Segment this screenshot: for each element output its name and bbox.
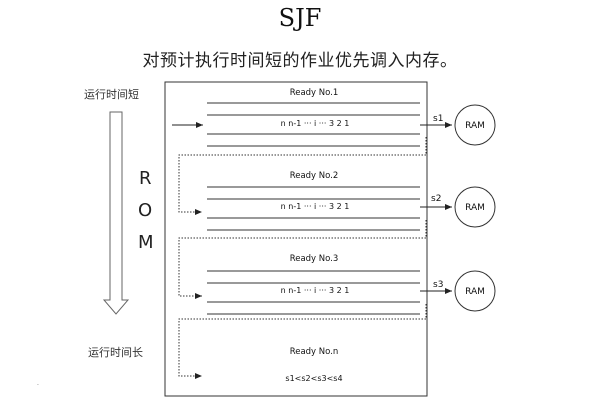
- ready-queue-2: Ready No.2 n n-1 ··· i ··· 3 2 1 s2 RAM: [207, 171, 496, 231]
- exit-label: s2: [431, 194, 441, 204]
- ram-label: RAM: [465, 287, 485, 297]
- dotted-connector: [178, 304, 427, 379]
- stray-mark: ·: [37, 382, 39, 389]
- ready-queue-3: Ready No.3 n n-1 ··· i ··· 3 2 1 s3 RAM: [207, 254, 496, 315]
- queue-label: Ready No.3: [290, 254, 339, 264]
- exit-label: s3: [433, 280, 443, 290]
- ram-label: RAM: [465, 121, 485, 131]
- ready-queue-n: Ready No.n s1<s2<s3<s4: [285, 347, 342, 383]
- short-runtime-label: 运行时间短: [84, 87, 139, 101]
- queue-label: Ready No.n: [290, 347, 339, 357]
- queue-label: Ready No.1: [290, 88, 339, 98]
- exit-label: s1: [433, 114, 443, 124]
- rom-letter-m: M: [138, 232, 154, 253]
- ready-queue-1: Ready No.1 n n-1 ··· i ··· 3 2 1 s1 RAM: [172, 88, 496, 147]
- queue-sequence: n n-1 ··· i ··· 3 2 1: [281, 286, 350, 295]
- priority-condition: s1<s2<s3<s4: [285, 374, 342, 383]
- long-runtime-label: 运行时间长: [88, 346, 143, 359]
- sjf-diagram: 运行时间短 运行时间长 R O M Ready No.1 n n-1 ··· i…: [37, 81, 496, 397]
- ram-label: RAM: [465, 203, 485, 213]
- rom-letter-r: R: [139, 168, 152, 189]
- queue-sequence: n n-1 ··· i ··· 3 2 1: [281, 202, 350, 211]
- runtime-down-arrow: [102, 111, 130, 315]
- queue-sequence: n n-1 ··· i ··· 3 2 1: [281, 119, 350, 128]
- rom-letter-o: O: [138, 200, 152, 221]
- queue-label: Ready No.2: [290, 171, 339, 181]
